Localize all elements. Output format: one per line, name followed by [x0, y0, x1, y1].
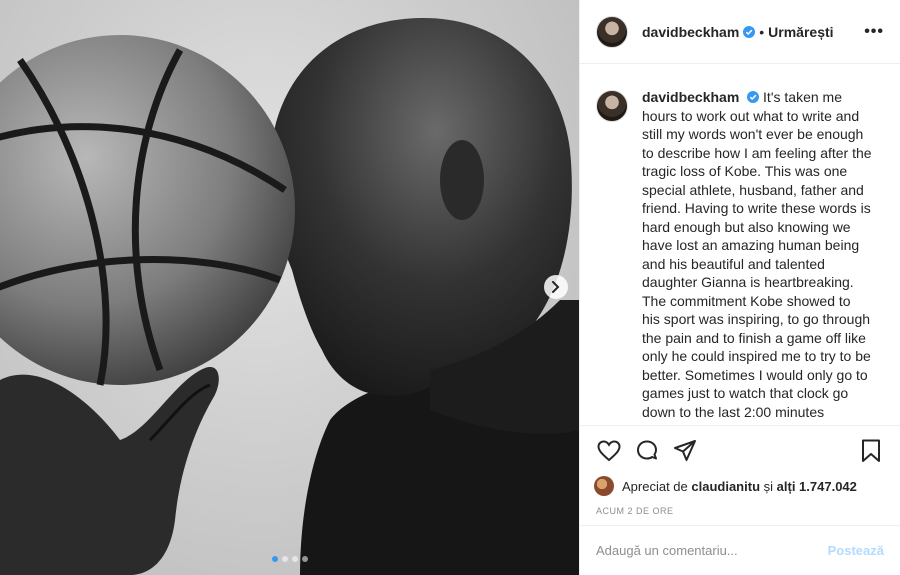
likes-summary: Apreciat de claudianitu și alți 1.747.04… — [594, 476, 886, 496]
carousel-indicator — [272, 556, 308, 562]
post-timestamp[interactable]: ACUM 2 DE ORE — [596, 506, 886, 516]
comment-button[interactable] — [632, 436, 662, 466]
avatar[interactable] — [596, 90, 628, 122]
avatar[interactable] — [594, 476, 614, 496]
caption-area: davidbeckham It's taken me hours to work… — [580, 64, 900, 424]
separator: • — [759, 23, 765, 40]
share-icon — [674, 440, 696, 461]
share-button[interactable] — [670, 436, 700, 466]
post-side-panel: davidbeckham • Urmărești ••• davidbeckha… — [579, 0, 900, 575]
carousel-dot — [302, 556, 308, 562]
caption: davidbeckham It's taken me hours to work… — [596, 88, 884, 424]
carousel-dot — [272, 556, 278, 562]
comment-icon — [637, 440, 657, 460]
more-options-button[interactable]: ••• — [864, 23, 884, 41]
carousel-next-button[interactable] — [544, 275, 568, 299]
caption-text: davidbeckham It's taken me hours to work… — [642, 88, 872, 424]
caption-username[interactable]: davidbeckham — [642, 89, 739, 105]
carousel-dot — [282, 556, 288, 562]
likes-count-link[interactable]: alți 1.747.042 — [777, 479, 857, 494]
chevron-right-icon — [552, 281, 560, 293]
likes-user-link[interactable]: claudianitu — [691, 479, 760, 494]
bookmark-icon — [862, 439, 880, 462]
header-username[interactable]: davidbeckham — [642, 24, 739, 40]
heart-icon — [597, 440, 621, 462]
carousel-dot — [292, 556, 298, 562]
likes-middle: și — [763, 478, 774, 494]
action-icons — [594, 436, 886, 466]
like-button[interactable] — [594, 436, 624, 466]
avatar[interactable] — [596, 15, 628, 48]
following-button[interactable]: Urmărești — [768, 24, 833, 40]
post-header: davidbeckham • Urmărești ••• — [580, 0, 900, 64]
likes-prefix: Apreciat de — [622, 478, 688, 494]
photo-illustration — [0, 17, 579, 575]
verified-badge-icon — [743, 25, 756, 38]
post-comment-button[interactable]: Postează — [828, 543, 884, 558]
save-button[interactable] — [856, 436, 886, 466]
post-photo[interactable] — [0, 0, 579, 575]
comment-input[interactable] — [596, 543, 828, 558]
comment-box: Postează — [580, 525, 900, 575]
verified-badge-icon — [747, 91, 760, 103]
caption-body: It's taken me hours to work out what to … — [642, 89, 872, 424]
post-actions: Apreciat de claudianitu și alți 1.747.04… — [580, 425, 900, 516]
